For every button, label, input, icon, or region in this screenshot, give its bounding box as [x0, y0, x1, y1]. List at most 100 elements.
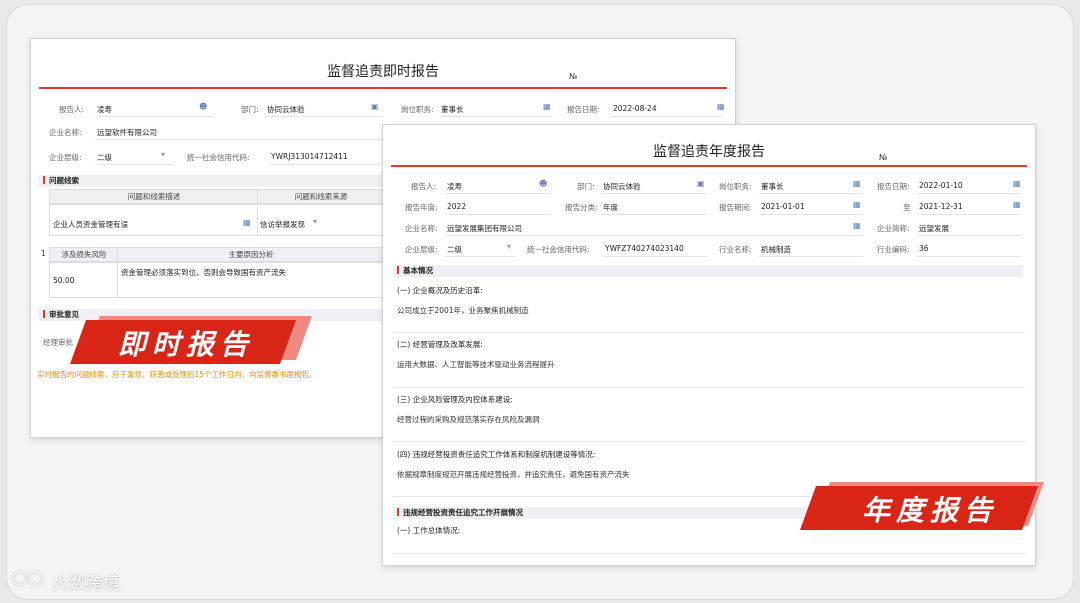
column-header-loss: 涉及损失风险 [49, 247, 119, 262]
divider [393, 553, 1025, 554]
clue-source-select[interactable]: 信访举报发现 [260, 219, 305, 230]
field-underline [601, 193, 707, 194]
reporter-field[interactable]: 凌寿 [447, 181, 462, 192]
risk-textarea[interactable]: 经营过程的采购及规范落实存在风险及漏洞 [397, 414, 540, 425]
company-label: 企业名称: [405, 224, 438, 233]
field-underline [917, 193, 1021, 194]
abbr-field[interactable]: 远望发展 [919, 223, 949, 234]
year-field[interactable]: 2022 [447, 202, 466, 211]
level-select[interactable]: 二级 [97, 152, 112, 163]
field-underline [445, 256, 515, 257]
calendar-icon[interactable]: ▦ [717, 102, 725, 112]
section-title: 基本情况 [403, 266, 433, 275]
industry-label: 行业名称: [719, 245, 752, 254]
opinion-input[interactable]: 经理审批 [43, 337, 73, 348]
subsection-work-overall: (一) 工作总体情况: [397, 526, 461, 535]
date-field[interactable]: 2022-01-10 [919, 181, 963, 190]
cause-field[interactable]: 资金管理必须落实到位。否则会导致国有资产流失 [121, 267, 286, 278]
section-header-basic: 基本情况 [393, 265, 1023, 277]
field-underline [269, 164, 381, 165]
post-picker-icon[interactable]: ▦ [853, 179, 861, 189]
field-underline [611, 116, 723, 117]
loss-field[interactable]: 50.00 [53, 276, 74, 285]
management-textarea[interactable]: 运用大数据、人工智能等技术驱动业务流程提升 [397, 359, 555, 370]
field-underline [917, 214, 1021, 215]
reporter-label: 报告人: [411, 182, 437, 191]
watermark-text: 大数跨境 [52, 574, 120, 594]
warning-text: 实时报告的问题线索，应于发现、获悉或受理后15个工作日内，向监督委书面报告。 [37, 370, 317, 379]
watermark-logo-icon: ◯◯ [12, 570, 44, 586]
field-underline [759, 193, 863, 194]
industry-field[interactable]: 机械制造 [761, 244, 791, 255]
date-label: 报告日期: [877, 182, 910, 191]
title-divider [391, 165, 1027, 167]
year-label: 报告年度: [405, 203, 438, 212]
divider [393, 332, 1025, 333]
field-underline [445, 214, 551, 215]
overview-textarea[interactable]: 公司成立于2001年，业务聚焦机械制造 [397, 305, 529, 316]
clue-desc-field[interactable]: 企业人员资金管理有误 [53, 219, 128, 230]
calendar-icon[interactable]: ▦ [1013, 200, 1021, 210]
chevron-down-icon[interactable]: ▾ [313, 217, 317, 227]
post-field[interactable]: 董事长 [761, 181, 784, 192]
field-underline [95, 139, 385, 140]
level-select[interactable]: 二级 [447, 244, 462, 255]
field-underline [95, 164, 173, 165]
reporter-field[interactable]: 凌寿 [97, 104, 112, 115]
period-label: 报告期间: [719, 203, 752, 212]
subsection-management: (二) 经营管理及改革发展: [397, 340, 483, 349]
field-underline [759, 214, 863, 215]
field-underline [95, 116, 213, 117]
period-start-field[interactable]: 2021-01-01 [761, 202, 805, 211]
field-underline [439, 116, 553, 117]
credit-field[interactable]: YWRJ313014712411 [271, 152, 348, 161]
subsection-risk: (三) 企业风险管理及内控体系建设: [397, 395, 513, 404]
company-field[interactable]: 远望发展集团有限公司 [447, 223, 522, 234]
category-field[interactable]: 年度 [603, 202, 618, 213]
reporter-label: 报告人: [59, 105, 85, 114]
date-field[interactable]: 2022-08-24 [613, 104, 657, 113]
post-picker-icon[interactable]: ▦ [543, 102, 551, 112]
dept-picker-icon[interactable]: ▣ [371, 102, 379, 112]
company-picker-icon[interactable]: ▦ [853, 221, 861, 231]
credit-label: 统一社会信用代码: [527, 245, 590, 254]
divider [393, 441, 1025, 442]
dept-field[interactable]: 协同云体验 [267, 104, 305, 115]
accountability-textarea[interactable]: 依据规章制度规范开展违规经营投资，并追究责任，避免国有资产流失 [397, 469, 630, 480]
industry-code-field[interactable]: 36 [919, 244, 929, 253]
user-picker-icon[interactable]: ☻ [199, 102, 207, 112]
dept-label: 部门: [577, 182, 595, 191]
title-divider [39, 87, 727, 89]
post-field[interactable]: 董事长 [441, 104, 464, 115]
period-end-field[interactable]: 2021-12-31 [919, 202, 963, 211]
level-label: 企业层级: [49, 153, 82, 162]
company-field[interactable]: 远望软件有限公司 [97, 127, 157, 138]
calendar-icon[interactable]: ▦ [853, 200, 861, 210]
field-underline [601, 214, 707, 215]
field-underline [265, 116, 383, 117]
field-underline [917, 256, 1021, 257]
field-underline [603, 256, 707, 257]
dept-picker-icon[interactable]: ▣ [697, 179, 705, 189]
section-header-clues: 问题线索 [39, 175, 383, 187]
divider [393, 387, 1025, 388]
column-header-source: 问题和线索来源 [257, 189, 385, 204]
banner-annual-text: 年度报告 [862, 494, 999, 527]
level-label: 企业层级: [405, 245, 438, 254]
field-underline [445, 193, 551, 194]
chevron-down-icon[interactable]: ▾ [161, 150, 165, 160]
column-header-cause: 主要原因分析 [117, 247, 385, 262]
field-underline [445, 235, 863, 236]
credit-field[interactable]: YWFZ740274023140 [605, 244, 684, 253]
chevron-down-icon[interactable]: ▾ [507, 242, 511, 252]
dept-field[interactable]: 协同云体验 [603, 181, 641, 192]
calendar-icon[interactable]: ▦ [1013, 179, 1021, 189]
section-title: 问题线索 [49, 176, 79, 185]
subsection-accountability: (四) 违规经营投资责任追究工作体系和制度机制建设等情况: [397, 450, 596, 459]
section-title: 审批意见 [49, 310, 79, 319]
post-label: 岗位职务: [401, 105, 434, 114]
field-underline [917, 235, 1021, 236]
edit-icon[interactable]: ▦ [243, 218, 251, 228]
user-picker-icon[interactable]: ☻ [539, 179, 547, 189]
section-title: 违规经营投资责任追究工作开展情况 [403, 508, 523, 517]
